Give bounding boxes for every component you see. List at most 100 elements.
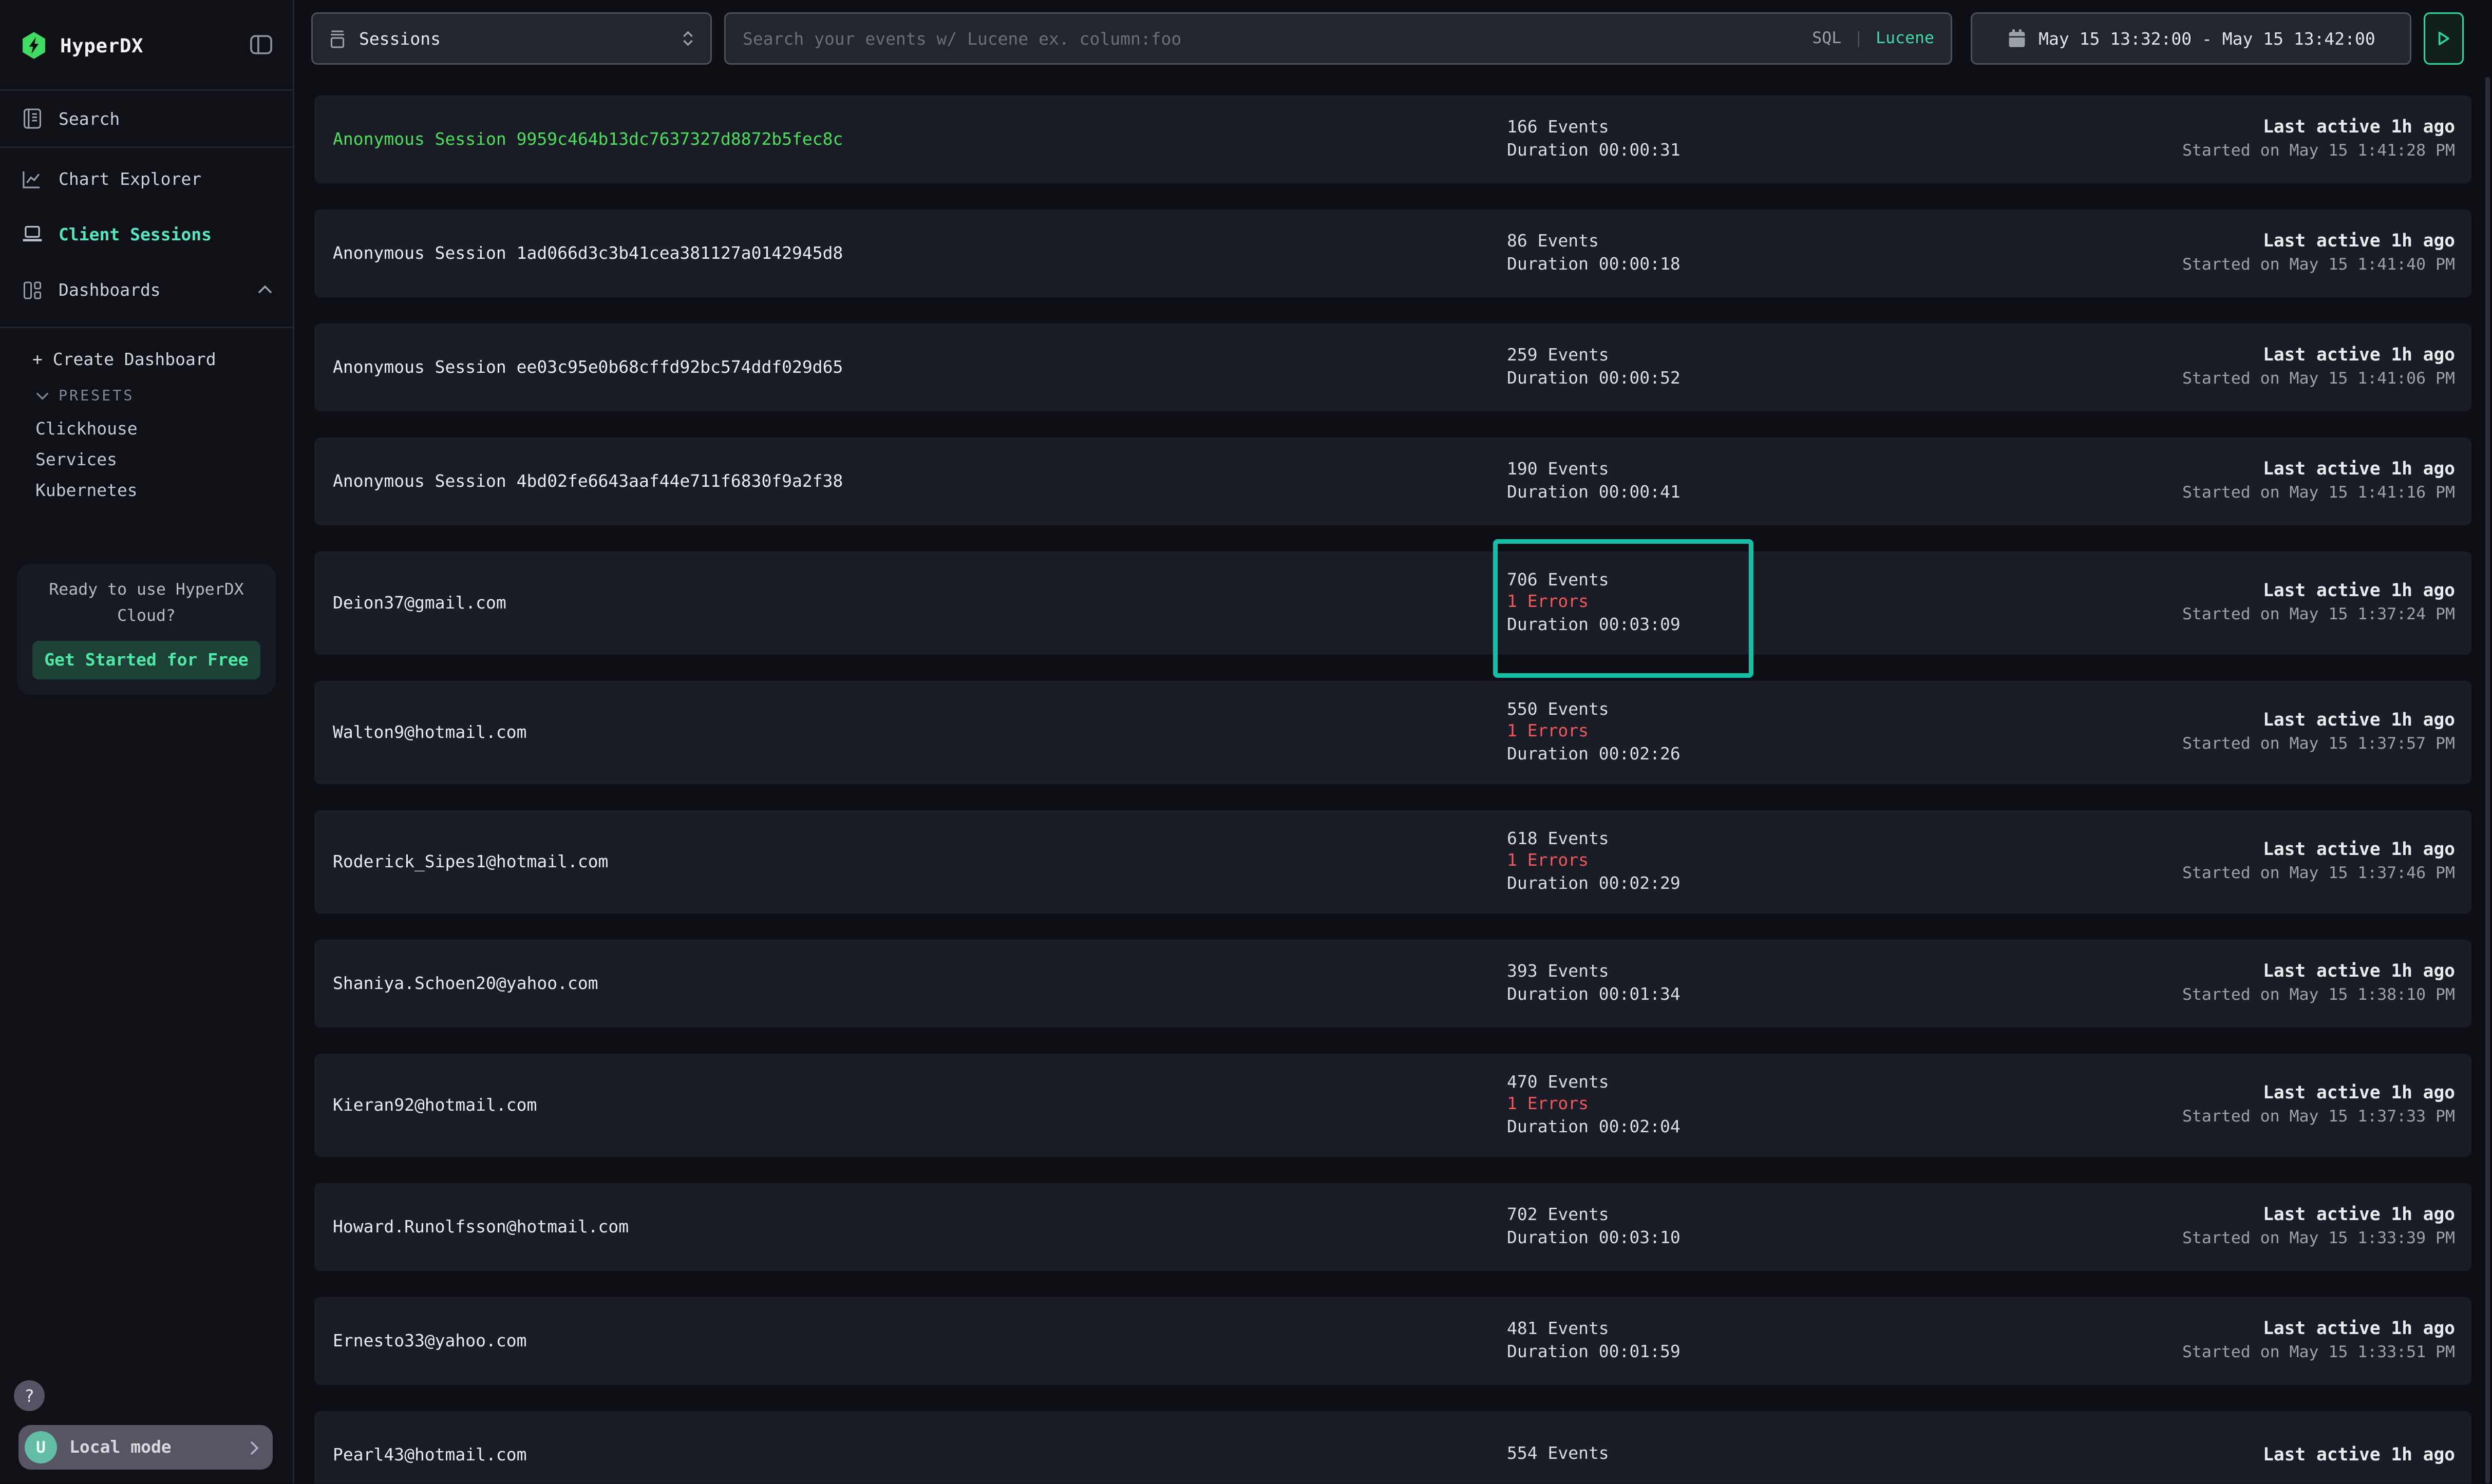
session-title: Howard.Runolfsson@hotmail.com (333, 1217, 1507, 1237)
run-query-button[interactable] (2424, 12, 2464, 65)
session-last-active: Last active 1h ago (1681, 344, 2455, 367)
local-mode-label: Local mode (69, 1438, 237, 1458)
preset-item-clickhouse[interactable]: Clickhouse (0, 413, 293, 444)
sidebar-header: HyperDX (0, 0, 293, 91)
brand-title: HyperDX (60, 33, 250, 56)
session-row[interactable]: Anonymous Session 4bd02fe6643aaf44e711f6… (314, 437, 2472, 525)
calendar-icon (2008, 28, 2026, 49)
session-events-count: 166 Events (1507, 117, 1681, 140)
create-dashboard-button[interactable]: + Create Dashboard (0, 339, 293, 379)
session-row[interactable]: Anonymous Session 1ad066d3c3b41cea381127… (314, 210, 2472, 297)
session-events-count: 393 Events (1507, 961, 1681, 984)
presets-header[interactable]: PRESETS (0, 379, 293, 413)
session-title: Pearl43@hotmail.com (333, 1445, 1507, 1465)
sidebar-item-label: Dashboards (59, 280, 161, 300)
laptop-icon (20, 225, 43, 243)
session-events-count: 470 Events (1507, 1072, 1681, 1094)
session-row[interactable]: Roderick_Sipes1@hotmail.com 618 Events 1… (314, 810, 2472, 914)
session-events-count: 481 Events (1507, 1319, 1681, 1341)
session-list: Anonymous Session 9959c464b13dc7637327d8… (314, 96, 2472, 1484)
sidebar-collapse-button[interactable] (250, 34, 273, 55)
session-activity: Last active 1h ago Started on May 15 1:3… (1681, 709, 2455, 756)
session-events-count: 706 Events (1507, 569, 1681, 592)
session-title: Walton9@hotmail.com (333, 722, 1507, 743)
session-started: Started on May 15 1:41:28 PM (1681, 139, 2455, 163)
session-row[interactable]: Walton9@hotmail.com 550 Events 1 Errors … (314, 681, 2472, 784)
search-box: SQL | Lucene (724, 12, 1953, 65)
session-last-active: Last active 1h ago (1681, 1203, 2455, 1226)
vertical-scrollbar[interactable] (2486, 77, 2490, 1484)
session-row[interactable]: Anonymous Session 9959c464b13dc7637327d8… (314, 96, 2472, 183)
sidebar-item-client-sessions[interactable]: Client Sessions (0, 206, 293, 262)
session-errors-count: 1 Errors (1507, 592, 1681, 615)
session-activity: Last active 1h ago (1609, 1443, 2455, 1467)
chevron-down-icon (35, 391, 49, 401)
session-row[interactable]: Kieran92@hotmail.com 470 Events 1 Errors… (314, 1054, 2472, 1157)
chevron-up-icon (257, 285, 273, 294)
session-activity: Last active 1h ago Started on May 15 1:3… (1681, 960, 2455, 1007)
session-stats: 190 Events Duration 00:00:41 (1507, 459, 1681, 504)
session-row[interactable]: Pearl43@hotmail.com 554 Events Last acti… (314, 1411, 2472, 1484)
session-stats: 554 Events (1507, 1444, 1609, 1467)
sidebar-item-label: Search (59, 109, 120, 129)
help-button[interactable]: ? (14, 1381, 45, 1412)
chevron-right-icon (250, 1440, 259, 1455)
session-activity: Last active 1h ago Started on May 15 1:3… (1681, 1317, 2455, 1365)
session-events-count: 550 Events (1507, 699, 1681, 721)
chart-icon (20, 169, 43, 189)
session-last-active: Last active 1h ago (1681, 1317, 2455, 1340)
session-errors-count: 1 Errors (1507, 721, 1681, 744)
session-activity: Last active 1h ago Started on May 15 1:3… (1681, 1081, 2455, 1129)
session-stats: 618 Events 1 Errors Duration 00:02:29 (1507, 828, 1681, 896)
sidebar-item-label: Chart Explorer (59, 169, 201, 189)
play-icon (2438, 31, 2450, 46)
session-stats: 481 Events Duration 00:01:59 (1507, 1319, 1681, 1363)
session-stats: 550 Events 1 Errors Duration 00:02:26 (1507, 699, 1681, 766)
session-row[interactable]: Ernesto33@yahoo.com 481 Events Duration … (314, 1297, 2472, 1385)
time-range-picker[interactable]: May 15 13:32:00 - May 15 13:42:00 (1971, 12, 2412, 65)
get-started-button[interactable]: Get Started for Free (32, 641, 260, 679)
session-started: Started on May 15 1:37:33 PM (1681, 1105, 2455, 1129)
session-events-count: 702 Events (1507, 1205, 1681, 1227)
session-activity: Last active 1h ago Started on May 15 1:3… (1681, 1203, 2455, 1251)
session-started: Started on May 15 1:41:16 PM (1681, 481, 2455, 505)
database-icon (328, 29, 347, 49)
session-duration: Duration 00:01:59 (1507, 1341, 1681, 1364)
session-last-active: Last active 1h ago (1609, 1443, 2455, 1467)
session-row[interactable]: Shaniya.Schoen20@yahoo.com 393 Events Du… (314, 940, 2472, 1028)
lucene-toggle[interactable]: Lucene (1876, 29, 1934, 48)
session-started: Started on May 15 1:38:10 PM (1681, 983, 2455, 1007)
sidebar-item-chart-explorer[interactable]: Chart Explorer (0, 151, 293, 206)
session-duration: Duration 00:02:04 (1507, 1116, 1681, 1139)
session-activity: Last active 1h ago Started on May 15 1:4… (1681, 458, 2455, 505)
session-stats: 259 Events Duration 00:00:52 (1507, 345, 1681, 390)
session-row[interactable]: Howard.Runolfsson@hotmail.com 702 Events… (314, 1183, 2472, 1271)
preset-item-services[interactable]: Services (0, 444, 293, 474)
session-activity: Last active 1h ago Started on May 15 1:4… (1681, 344, 2455, 391)
session-activity: Last active 1h ago Started on May 15 1:4… (1681, 230, 2455, 277)
language-divider: | (1854, 29, 1863, 48)
session-stats: 166 Events Duration 00:00:31 (1507, 117, 1681, 162)
source-select[interactable]: Sessions (311, 12, 712, 65)
session-stats: 470 Events 1 Errors Duration 00:02:04 (1507, 1072, 1681, 1139)
sql-toggle[interactable]: SQL (1812, 29, 1841, 48)
session-duration: Duration 00:00:41 (1507, 482, 1681, 504)
session-title: Deion37@gmail.com (333, 593, 1507, 613)
session-row[interactable]: Anonymous Session ee03c95e0b68cffd92bc57… (314, 324, 2472, 411)
preset-item-kubernetes[interactable]: Kubernetes (0, 474, 293, 505)
sidebar-item-dashboards[interactable]: Dashboards (0, 262, 293, 317)
session-started: Started on May 15 1:37:46 PM (1681, 861, 2455, 886)
sidebar-item-search[interactable]: Search (0, 91, 293, 148)
session-events-count: 259 Events (1507, 345, 1681, 368)
session-duration: Duration 00:03:09 (1507, 614, 1681, 637)
layout-icon (20, 280, 43, 300)
search-input[interactable] (743, 29, 1800, 49)
updown-chevrons-icon (681, 29, 695, 48)
session-row[interactable]: Deion37@gmail.com 706 Events 1 Errors Du… (314, 551, 2472, 655)
session-started: Started on May 15 1:33:39 PM (1681, 1226, 2455, 1251)
session-started: Started on May 15 1:37:24 PM (1681, 602, 2455, 627)
session-started: Started on May 15 1:37:57 PM (1681, 732, 2455, 756)
local-mode-button[interactable]: U Local mode (18, 1425, 273, 1470)
hyperdx-logo-icon (20, 30, 48, 60)
session-events-count: 190 Events (1507, 459, 1681, 482)
